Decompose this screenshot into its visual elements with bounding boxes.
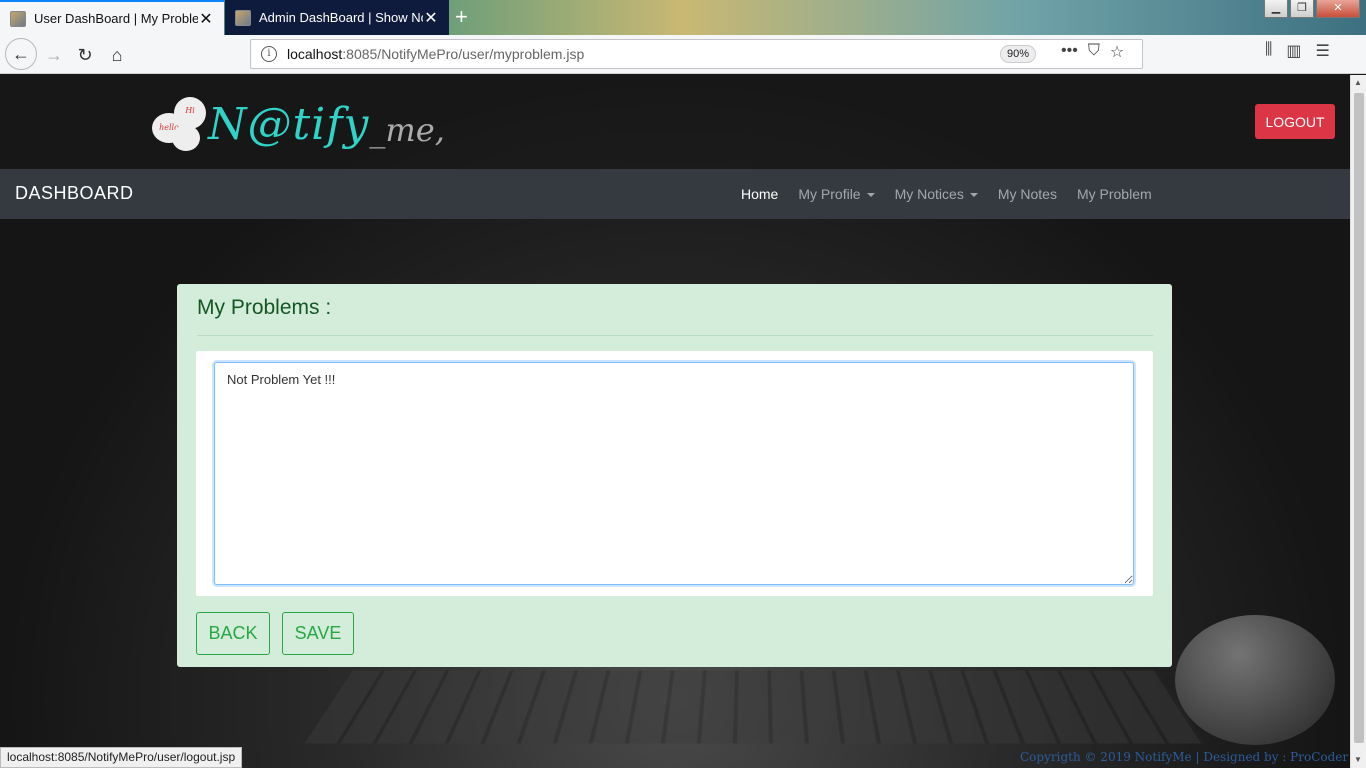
url-path: :8085/NotifyMePro/user/myproblem.jsp <box>342 46 585 62</box>
save-button[interactable]: SAVE <box>282 612 354 655</box>
background-mouse <box>1175 615 1335 745</box>
page-favicon-icon <box>10 10 26 27</box>
address-bar[interactable]: i localhost:8085/NotifyMePro/user/myprob… <box>250 39 1143 69</box>
scroll-down-icon[interactable]: ▼ <box>1354 755 1362 764</box>
logout-button[interactable]: LOGOUT <box>1255 104 1335 139</box>
nav-item-my-notes[interactable]: My Notes <box>998 186 1057 202</box>
nav-item-my-profile[interactable]: My Profile <box>798 186 875 202</box>
card-title: My Problems : <box>197 296 332 319</box>
bookmark-star-icon[interactable]: ☆ <box>1110 42 1124 62</box>
page-viewport: hello Hi N@tify _me, LOGOUT DASHBOARD Ho… <box>0 75 1350 768</box>
minimize-icon[interactable]: ▁ <box>1264 0 1288 18</box>
page-scrollbar[interactable]: ▲ ▼ <box>1350 75 1366 768</box>
tab-user-dashboard[interactable]: User DashBoard | My Problem ✕ <box>0 0 224 35</box>
site-info-icon[interactable]: i <box>261 46 277 62</box>
nav-item-my-problem[interactable]: My Problem <box>1077 186 1152 202</box>
tab-admin-dashboard[interactable]: Admin DashBoard | Show Notic ✕ <box>225 0 449 35</box>
navbar-brand[interactable]: DASHBOARD <box>15 183 134 204</box>
pocket-icon[interactable]: ⛉ <box>1088 42 1100 62</box>
page-favicon-icon <box>235 9 251 26</box>
new-tab-button[interactable]: + <box>455 4 468 30</box>
home-icon[interactable]: ⌂ <box>103 41 131 69</box>
scroll-up-icon[interactable]: ▲ <box>1354 78 1362 87</box>
caret-down-icon <box>866 193 875 198</box>
logo-sub: _me, <box>369 111 445 149</box>
link-status-bar: localhost:8085/NotifyMePro/user/logout.j… <box>0 747 243 768</box>
window-controls: ▁ ❐ ✕ <box>1264 0 1360 18</box>
footer-copyright: Copyrigth © 2019 NotifyMe | Designed by … <box>1020 750 1349 764</box>
problem-textarea[interactable]: Not Problem Yet !!! <box>214 362 1134 585</box>
bubble-blank <box>172 125 200 151</box>
my-problems-card: My Problems : Not Problem Yet !!! BACK S… <box>177 284 1172 667</box>
nav-item-my-notices[interactable]: My Notices <box>895 186 978 202</box>
nav-item-label: My Notices <box>894 186 964 202</box>
tab-title: Admin DashBoard | Show Notic <box>259 10 423 25</box>
url-actions: ••• ⛉ ☆ <box>1061 42 1124 62</box>
url-host: localhost <box>287 46 343 62</box>
card-divider <box>197 335 1153 336</box>
browser-tab-bar: User DashBoard | My Problem ✕ Admin Dash… <box>0 0 1366 35</box>
forward-arrow-icon[interactable]: → <box>40 41 68 69</box>
dashboard-navbar: DASHBOARD Home My Profile My Notices My … <box>0 169 1350 219</box>
background-keyboard <box>304 670 1206 744</box>
nav-item-label: My Profile <box>798 186 861 202</box>
tab-title: User DashBoard | My Problem <box>34 11 198 26</box>
caret-down-icon <box>969 193 978 198</box>
textarea-panel: Not Problem Yet !!! <box>196 351 1153 596</box>
window-close-icon[interactable]: ✕ <box>1316 0 1360 18</box>
speech-bubbles-icon: hello Hi <box>152 95 208 157</box>
back-button[interactable]: BACK <box>196 612 270 655</box>
library-icon[interactable]: ⫼ <box>1265 41 1272 61</box>
close-icon[interactable]: ✕ <box>198 9 214 29</box>
toolbar-right: ⫼ ▥ ☰ <box>1265 41 1330 61</box>
more-actions-icon[interactable]: ••• <box>1061 42 1078 62</box>
sidebar-icon[interactable]: ▥ <box>1286 41 1301 61</box>
scrollbar-thumb[interactable] <box>1354 93 1364 743</box>
nav-item-home[interactable]: Home <box>741 186 778 202</box>
site-logo[interactable]: hello Hi N@tify _me, <box>152 87 445 157</box>
back-arrow-icon[interactable]: ← <box>5 38 37 70</box>
site-header: hello Hi N@tify _me, LOGOUT <box>0 75 1350 169</box>
browser-nav-bar: ← → ↻ ⌂ i localhost:8085/NotifyMePro/use… <box>0 35 1366 74</box>
logo-text: N@tify <box>208 99 370 150</box>
reload-icon[interactable]: ↻ <box>71 41 99 69</box>
zoom-level[interactable]: 90% <box>1000 45 1037 63</box>
close-icon[interactable]: ✕ <box>423 8 439 28</box>
nav-menu: Home My Profile My Notices My Notes My P… <box>741 169 1152 219</box>
hamburger-menu-icon[interactable]: ☰ <box>1316 41 1330 61</box>
restore-icon[interactable]: ❐ <box>1290 0 1314 18</box>
bubble-hi: Hi <box>174 97 206 129</box>
